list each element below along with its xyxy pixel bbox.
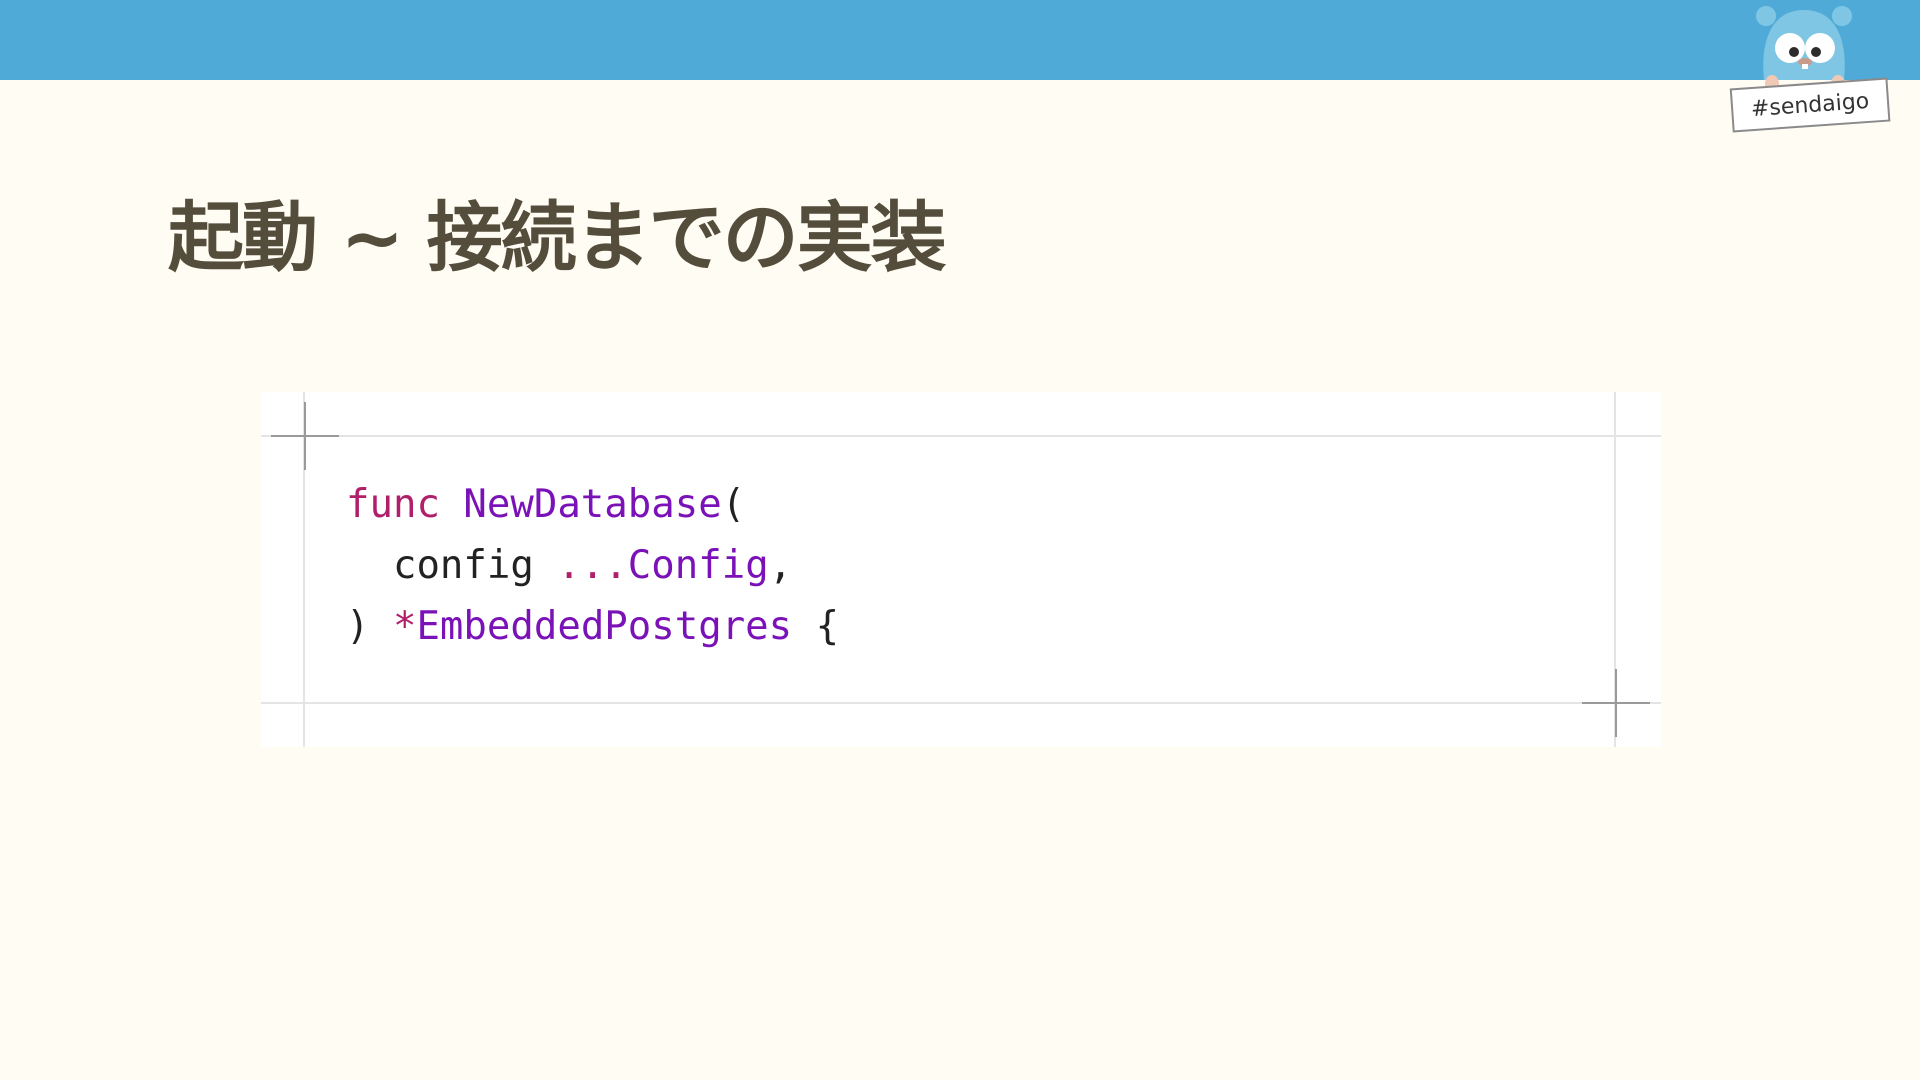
code-line: func NewDatabase( [346,474,839,535]
variadic-token: ... [557,543,628,588]
pointer-token: * [392,604,417,649]
slide-title: 起動 ~ 接続までの実装 [168,193,947,282]
code-line: config ...Config, [346,535,839,596]
top-banner [0,0,1920,80]
guide-line [261,435,1661,437]
function-name-token: NewDatabase [463,482,722,527]
guide-line [261,702,1661,704]
type-token: Config [627,543,769,588]
punctuation-token: { [792,604,840,649]
parameter-token: config [392,543,534,588]
code-block: func NewDatabase( config ...Config,) *Em… [261,392,1661,747]
crosshair-icon [1582,669,1650,737]
gopher-mascot-icon: #sendaigo [1729,6,1891,133]
type-token: EmbeddedPostgres [416,604,793,649]
punctuation-token: , [768,543,793,588]
indent-token [346,543,393,588]
punctuation-token: ( [721,482,746,527]
crosshair-icon [271,402,339,470]
code-listing: func NewDatabase( config ...Config,) *Em… [346,474,839,657]
keyword-token: func [346,482,440,527]
code-line: ) *EmbeddedPostgres { [346,596,839,657]
punctuation-token: ) [346,604,393,649]
